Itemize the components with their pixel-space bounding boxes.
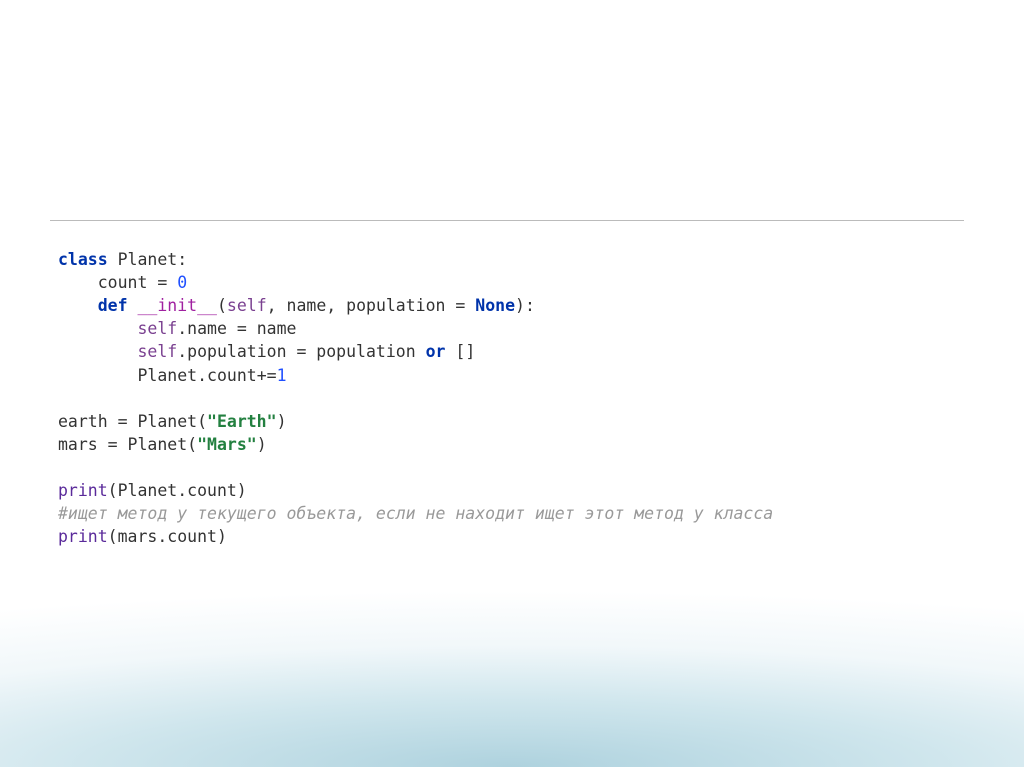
code-line-blank-7 — [58, 389, 68, 408]
code-line-1: class Planet: — [58, 250, 187, 269]
code-line-13: print(mars.count) — [58, 527, 227, 546]
code-line-2: count = 0 — [58, 273, 187, 292]
code-editor-snippet: class Planet: count = 0 def __init__(sel… — [50, 220, 964, 554]
code-line-6: Planet.count+=1 — [58, 366, 287, 385]
code-line-4: self.name = name — [58, 319, 296, 338]
code-line-5: self.population = population or [] — [58, 342, 475, 361]
code-line-8: earth = Planet("Earth") — [58, 412, 287, 431]
code-line-3: def __init__(self, name, population = No… — [58, 296, 535, 315]
slide-background-gradient — [0, 547, 1024, 767]
code-line-blank-10 — [58, 458, 68, 477]
code-line-9: mars = Planet("Mars") — [58, 435, 267, 454]
code-line-11: print(Planet.count) — [58, 481, 247, 500]
code-line-12: #ищет метод у текущего объекта, если не … — [58, 504, 773, 523]
